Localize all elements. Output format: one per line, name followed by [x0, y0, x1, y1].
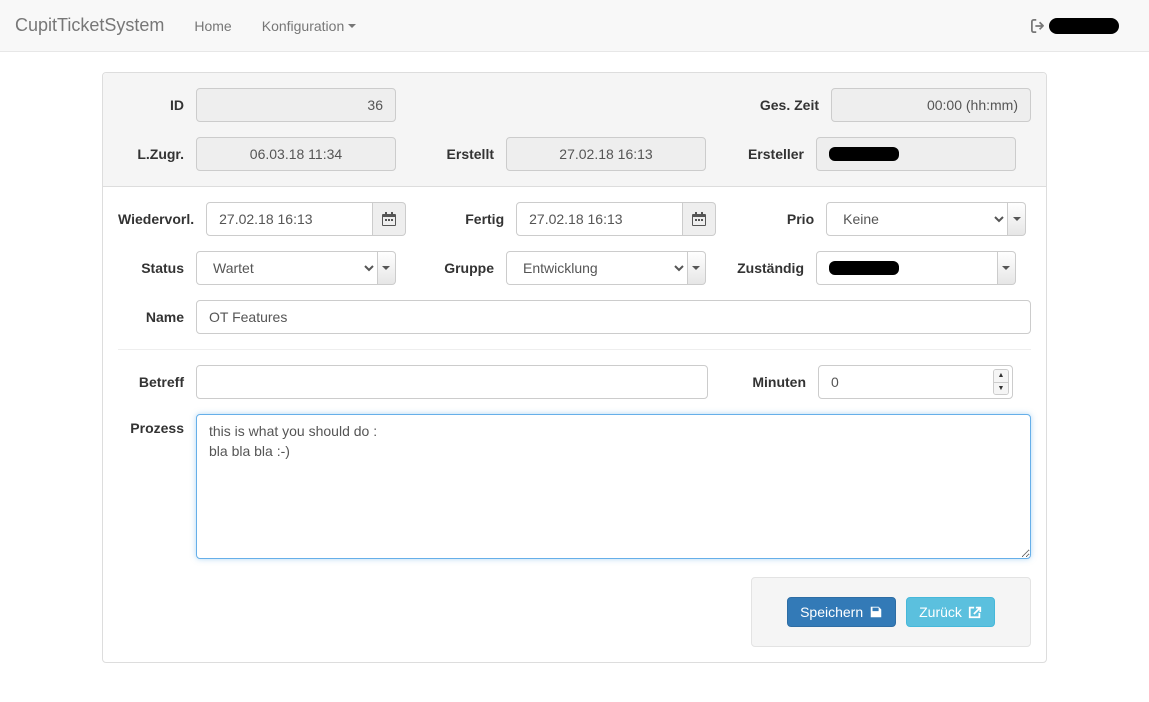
wiedervorl-input[interactable] — [206, 202, 373, 236]
zustaendig-select-toggle[interactable] — [998, 251, 1016, 285]
ges-zeit-field — [831, 88, 1031, 122]
label-betreff: Betreff — [118, 374, 196, 390]
back-button[interactable]: Zurück — [906, 597, 995, 627]
save-icon — [869, 605, 883, 619]
label-ersteller: Ersteller — [716, 146, 816, 162]
name-input[interactable] — [196, 300, 1031, 334]
gruppe-select[interactable]: Entwicklung — [506, 251, 688, 285]
spinner-down-icon[interactable]: ▼ — [994, 383, 1008, 395]
prio-select-toggle[interactable] — [1008, 202, 1026, 236]
gruppe-select-toggle[interactable] — [688, 251, 706, 285]
action-well: Speichern Zurück — [751, 577, 1031, 647]
zustaendig-select[interactable] — [816, 251, 998, 285]
minuten-spinner[interactable]: ▲ ▼ — [993, 369, 1009, 395]
logout-link[interactable] — [1016, 3, 1134, 49]
username-redacted — [1049, 18, 1119, 34]
nav-home[interactable]: Home — [179, 3, 246, 49]
prio-select[interactable]: Keine — [826, 202, 1008, 236]
minuten-input[interactable] — [818, 365, 1013, 399]
label-prozess: Prozess — [118, 414, 196, 436]
panel-body: Wiedervorl. Fertig — [103, 187, 1046, 662]
label-status: Status — [118, 260, 196, 276]
external-link-icon — [968, 605, 982, 619]
ersteller-redacted — [829, 147, 899, 161]
spinner-up-icon[interactable]: ▲ — [994, 370, 1008, 383]
erstellt-field — [506, 137, 706, 171]
panel-heading: ID Ges. Zeit L.Zugr. Erstellt — [103, 73, 1046, 187]
status-select-toggle[interactable] — [378, 251, 396, 285]
label-ges-zeit: Ges. Zeit — [741, 97, 831, 113]
calendar-icon — [692, 212, 706, 226]
ticket-panel: ID Ges. Zeit L.Zugr. Erstellt — [102, 72, 1047, 663]
label-lzugr: L.Zugr. — [118, 146, 196, 162]
navbar-left: CupitTicketSystem Home Konfiguration — [15, 0, 371, 51]
label-zustaendig: Zuständig — [716, 260, 816, 276]
label-minuten: Minuten — [718, 374, 818, 390]
status-select[interactable]: Wartet — [196, 251, 378, 285]
back-button-label: Zurück — [919, 604, 962, 620]
navbar-right — [1016, 3, 1134, 49]
wiedervorl-calendar-button[interactable] — [373, 202, 406, 236]
save-button-label: Speichern — [800, 604, 863, 620]
lzugr-field — [196, 137, 396, 171]
nav-config-label: Konfiguration — [262, 18, 345, 34]
divider — [118, 349, 1031, 350]
prozess-textarea[interactable]: this is what you should do : bla bla bla… — [196, 414, 1031, 559]
ersteller-field — [816, 137, 1016, 171]
label-erstellt: Erstellt — [406, 146, 506, 162]
label-wiedervorl: Wiedervorl. — [118, 211, 206, 227]
label-name: Name — [118, 309, 196, 325]
label-prio: Prio — [726, 211, 826, 227]
save-button[interactable]: Speichern — [787, 597, 896, 627]
calendar-icon — [382, 212, 396, 226]
brand-link[interactable]: CupitTicketSystem — [15, 0, 179, 51]
fertig-input[interactable] — [516, 202, 683, 236]
id-field — [196, 88, 396, 122]
sign-out-icon — [1031, 19, 1045, 33]
betreff-input[interactable] — [196, 365, 708, 399]
label-gruppe: Gruppe — [406, 260, 506, 276]
label-id: ID — [118, 97, 196, 113]
label-fertig: Fertig — [416, 211, 516, 227]
navbar: CupitTicketSystem Home Konfiguration — [0, 0, 1149, 52]
fertig-calendar-button[interactable] — [683, 202, 716, 236]
nav-config-dropdown[interactable]: Konfiguration — [247, 3, 372, 49]
caret-down-icon — [348, 24, 356, 28]
main-container: ID Ges. Zeit L.Zugr. Erstellt — [102, 72, 1047, 663]
zustaendig-redacted — [829, 261, 899, 275]
